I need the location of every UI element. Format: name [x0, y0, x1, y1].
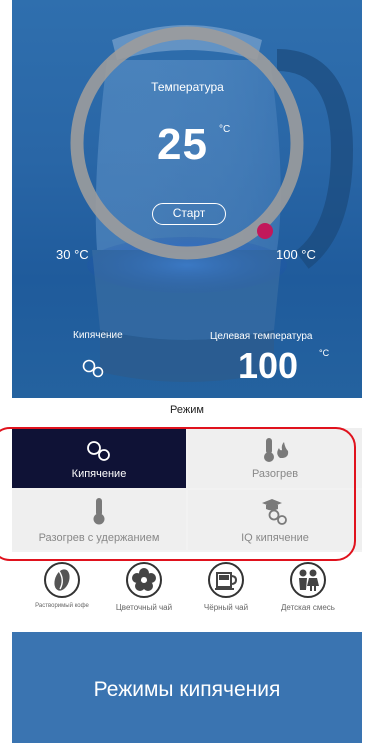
preset-flower-tea-label: Цветочный чай — [115, 603, 173, 612]
mode-section-title: Режим — [170, 404, 204, 416]
thermometer-flame-icon — [264, 438, 289, 462]
preset-baby-formula-label: Детская смесь — [281, 603, 335, 612]
mode-boil-button[interactable]: Кипячение — [12, 428, 186, 488]
bubbles-icon — [82, 359, 104, 378]
range-min-label: 30 °C — [56, 247, 89, 262]
mode-heat-hold-label: Разогрев с удержанием — [38, 532, 160, 544]
mode-heat-label: Разогрев — [251, 468, 299, 480]
target-temperature-value: 100 — [238, 345, 299, 386]
kettle-app-screen: Температура 25 °C Старт 30 °C 100 °C Кип… — [12, 0, 362, 743]
ring-handle[interactable] — [257, 223, 273, 239]
current-temperature-unit: °C — [219, 124, 231, 135]
caption-banner: Режимы кипячения — [12, 632, 362, 743]
preset-black-tea[interactable]: Чёрный чай — [186, 562, 266, 612]
tea-cup-icon — [208, 562, 244, 598]
temperature-panel: Температура 25 °C Старт 30 °C 100 °C Кип… — [12, 0, 362, 398]
bubbles-icon — [87, 441, 110, 461]
preset-flower-tea[interactable]: Цветочный чай — [104, 562, 184, 612]
caption-text: Режимы кипячения — [93, 678, 281, 701]
thermometer-icon — [93, 498, 105, 525]
target-temperature-unit: °C — [319, 348, 330, 358]
preset-row: Растворимый кофе Цветочный чай Чёрный ча… — [12, 562, 362, 632]
range-max-label: 100 °C — [276, 247, 316, 262]
preset-instant-coffee-label: Растворимый кофе — [35, 603, 89, 609]
flower-icon — [126, 562, 162, 598]
current-temperature: 25 — [157, 120, 208, 169]
mode-heat-hold-button[interactable]: Разогрев с удержанием — [12, 490, 186, 550]
mode-iq-boil-button[interactable]: IQ кипячение — [188, 490, 362, 550]
coffee-bean-icon — [44, 562, 80, 598]
start-button[interactable]: Старт — [152, 203, 226, 225]
mode-heat-button[interactable]: Разогрев — [188, 428, 362, 488]
preset-black-tea-label: Чёрный чай — [203, 603, 249, 612]
mode-grid: Кипячение Разогрев Разогрев с удержанием — [12, 428, 362, 552]
mode-iq-boil-label: IQ кипячение — [241, 532, 309, 544]
temperature-label: Температура — [151, 80, 224, 94]
target-temperature-label: Целевая температура — [210, 331, 313, 342]
preset-instant-coffee[interactable]: Растворимый кофе — [22, 562, 102, 609]
boil-status-label: Кипячение — [73, 330, 123, 341]
mode-boil-label: Кипячение — [71, 468, 127, 480]
preset-baby-formula[interactable]: Детская смесь — [268, 562, 348, 612]
graduation-bubbles-icon — [262, 499, 287, 525]
children-icon — [290, 562, 326, 598]
